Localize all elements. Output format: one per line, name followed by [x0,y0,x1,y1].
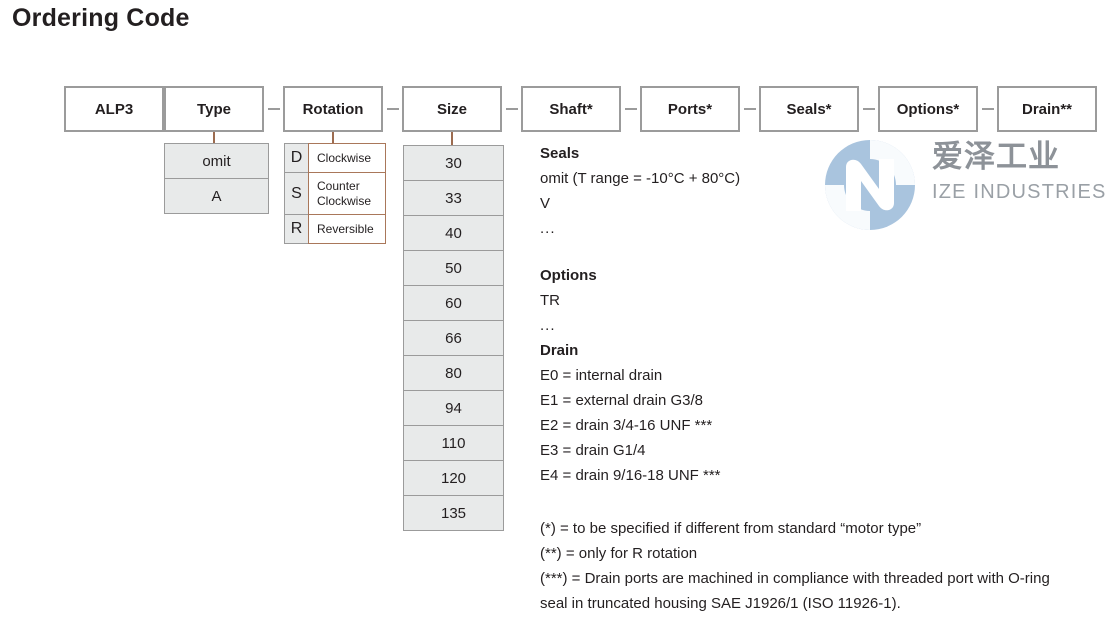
chain-box-alp3[interactable]: ALP3 [64,86,164,132]
size-option-cell[interactable]: 110 [403,425,504,461]
rotation-row[interactable]: R Reversible [284,214,386,244]
ordering-code-details: Seals omit (T range = -10°C + 80°C) V ..… [540,141,1060,616]
size-option-cell[interactable]: 33 [403,180,504,216]
size-option-cell[interactable]: 66 [403,320,504,356]
chain-box-drain[interactable]: Drain** [997,86,1097,132]
rotation-option-table: D Clockwise S Counter Clockwise R Reversible [284,143,386,244]
rotation-row[interactable]: S Counter Clockwise [284,172,386,215]
chain-drop-connector [451,132,453,146]
chain-box-ports[interactable]: Ports* [640,86,740,132]
seals-line-3: ... [540,220,556,237]
options-line-1: TR [540,292,560,309]
chain-separator-dash [506,108,518,110]
chain-separator-dash [744,108,756,110]
rotation-code-cell: D [284,143,309,173]
rotation-code-cell: R [284,214,309,244]
size-option-cell[interactable]: 135 [403,495,504,531]
size-option-cell[interactable]: 30 [403,145,504,181]
drain-line-3: E2 = drain 3/4-16 UNF *** [540,417,713,434]
chain-box-seals[interactable]: Seals* [759,86,859,132]
size-option-cell[interactable]: 80 [403,355,504,391]
rotation-code-cell: S [284,172,309,215]
chain-separator-dash [982,108,994,110]
options-heading: Options [540,267,597,284]
size-option-cell[interactable]: 120 [403,460,504,496]
drain-heading: Drain [540,342,579,359]
size-option-cell[interactable]: 60 [403,285,504,321]
chain-separator-dash [268,108,280,110]
rotation-row[interactable]: D Clockwise [284,143,386,173]
drain-line-1: E0 = internal drain [540,367,663,384]
chain-box-options[interactable]: Options* [878,86,978,132]
footnote-single-asterisk: (*) = to be specified if different from … [540,520,922,537]
seals-line-1: omit (T range = -10°C + 80°C) [540,170,741,187]
rotation-desc-cell: Counter Clockwise [308,172,386,215]
size-option-cell[interactable]: 50 [403,250,504,286]
footnote-double-asterisk: (**) = only for R rotation [540,545,698,562]
rotation-desc-cell: Clockwise [308,143,386,173]
size-option-stack: 30 33 40 50 60 66 80 94 110 120 135 [403,145,504,531]
size-option-cell[interactable]: 94 [403,390,504,426]
page-title: Ordering Code [12,4,190,32]
spacer-drain-footnotes [540,488,1060,516]
seals-heading: Seals [540,145,580,162]
type-option-stack: omit A [164,143,269,214]
drain-line-4: E3 = drain G1/4 [540,442,646,459]
size-option-cell[interactable]: 40 [403,215,504,251]
chain-separator-dash [863,108,875,110]
type-option-cell[interactable]: A [164,178,269,214]
chain-box-rotation[interactable]: Rotation [283,86,383,132]
chain-box-type[interactable]: Type [164,86,264,132]
chain-box-size[interactable]: Size [402,86,502,132]
chain-separator-dash [387,108,399,110]
drain-line-5: E4 = drain 9/16-18 UNF *** [540,467,721,484]
drain-line-2: E1 = external drain G3/8 [540,392,704,409]
type-option-cell[interactable]: omit [164,143,269,179]
seals-line-2: V [540,195,551,212]
footnote-triple-asterisk: (***) = Drain ports are machined in comp… [540,570,1050,612]
options-line-2: ... [540,317,556,334]
spacer-seals-options [540,241,1060,263]
chain-box-shaft[interactable]: Shaft* [521,86,621,132]
chain-separator-dash [625,108,637,110]
rotation-desc-cell: Reversible [308,214,386,244]
